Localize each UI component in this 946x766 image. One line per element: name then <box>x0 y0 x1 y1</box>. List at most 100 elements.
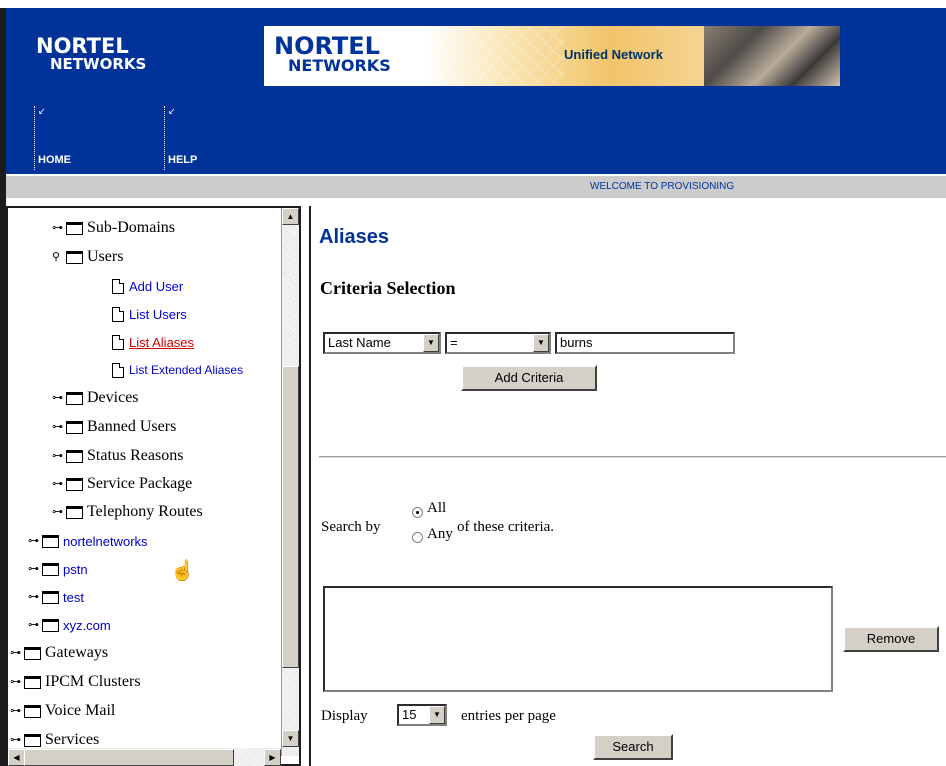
tree-vertical-scroll-thumb[interactable] <box>282 366 299 668</box>
chevron-down-icon[interactable]: ▼ <box>429 706 445 724</box>
expand-icon[interactable]: ⊶ <box>28 535 40 547</box>
radio-all[interactable] <box>412 507 423 518</box>
folder-icon <box>66 420 83 434</box>
collapse-icon[interactable]: ⚲ <box>52 251 64 263</box>
expand-icon[interactable]: ⊶ <box>10 705 22 717</box>
hand-cursor-icon: ☝ <box>170 560 195 582</box>
tree-node-test[interactable]: ⊶ test <box>28 585 84 609</box>
page-icon <box>112 334 124 350</box>
page-icon <box>112 362 124 378</box>
tree-link: List Aliases <box>129 334 195 350</box>
folder-icon <box>24 733 41 747</box>
folder-icon <box>24 646 41 660</box>
scroll-right-icon[interactable]: ▶ <box>264 749 281 766</box>
operator-select-value: = <box>450 335 458 350</box>
expand-icon[interactable]: ⊶ <box>28 619 40 631</box>
expand-icon[interactable]: ⊶ <box>52 392 64 404</box>
tree-link: nortelnetworks <box>63 533 148 549</box>
scroll-left-icon[interactable]: ◀ <box>8 749 25 766</box>
tree-label: Gateways <box>45 644 109 661</box>
folder-icon <box>42 618 59 632</box>
tree-label: Banned Users <box>87 418 177 435</box>
expand-icon[interactable]: ⊶ <box>28 591 40 603</box>
tree-node-ipcm-clusters[interactable]: ⊶ IPCM Clusters <box>10 670 141 694</box>
banner-photo <box>704 26 840 86</box>
folder-icon <box>66 221 83 235</box>
nav-help[interactable]: ↙ HELP <box>164 106 284 170</box>
tree-node-nortelnetworks[interactable]: ⊶ nortelnetworks <box>28 529 148 553</box>
expand-icon[interactable]: ⊶ <box>28 563 40 575</box>
chevron-down-icon[interactable]: ▼ <box>423 334 439 352</box>
page-title: Aliases <box>319 226 390 248</box>
scroll-down-icon[interactable]: ▼ <box>282 730 299 747</box>
expand-icon[interactable]: ⊶ <box>10 647 22 659</box>
tree-node-gateways[interactable]: ⊶ Gateways <box>10 641 108 665</box>
expand-icon[interactable]: ⊶ <box>52 222 64 234</box>
divider <box>319 456 946 458</box>
tree-node-telephony-routes[interactable]: ⊶ Telephony Routes <box>52 500 203 524</box>
navigation-tree: ⊶ Sub-Domains ⚲ Users Add User List User… <box>6 206 305 766</box>
tree-node-xyz-com[interactable]: ⊶ xyz.com <box>28 613 111 637</box>
criteria-value-text: burns <box>560 335 593 350</box>
folder-icon <box>42 562 59 576</box>
tree-node-service-package[interactable]: ⊶ Service Package <box>52 472 192 496</box>
nortel-logo[interactable]: NORTEL NETWORKS <box>36 36 146 72</box>
add-criteria-button[interactable]: Add Criteria <box>461 365 597 391</box>
folder-icon <box>24 675 41 689</box>
radio-all-label: All <box>427 500 447 516</box>
folder-icon <box>66 505 83 519</box>
tree-node-list-users[interactable]: List Users <box>112 302 187 326</box>
tree-node-list-extended-aliases[interactable]: List Extended Aliases <box>112 358 243 382</box>
tree-label: Users <box>87 248 124 265</box>
tree-link: test <box>63 589 84 605</box>
tree-node-pstn[interactable]: ⊶ pstn <box>28 557 88 581</box>
chevron-down-icon[interactable]: ▼ <box>533 334 549 352</box>
tree-link: xyz.com <box>63 617 111 633</box>
tree-node-banned-users[interactable]: ⊶ Banned Users <box>52 415 176 439</box>
banner-pattern <box>434 26 564 86</box>
remove-button[interactable]: Remove <box>843 626 939 652</box>
tree-label: Voice Mail <box>45 702 116 719</box>
tree-horizontal-scroll-thumb[interactable] <box>24 749 234 766</box>
tree-node-status-reasons[interactable]: ⊶ Status Reasons <box>52 444 183 468</box>
page-size-select[interactable]: 15 ▼ <box>397 704 447 726</box>
search-button[interactable]: Search <box>593 734 673 760</box>
tree-node-sub-domains[interactable]: ⊶ Sub-Domains <box>52 216 175 240</box>
arrow-icon: ↙ <box>168 106 176 116</box>
tree-node-devices[interactable]: ⊶ Devices <box>52 386 139 410</box>
expand-icon[interactable]: ⊶ <box>52 506 64 518</box>
tree-label: Services <box>45 731 100 748</box>
banner-logo-line1: NORTEL <box>274 32 380 60</box>
pane-splitter[interactable] <box>299 206 311 766</box>
criteria-value-input[interactable]: burns <box>555 332 735 354</box>
folder-icon <box>24 704 41 718</box>
tree-node-users[interactable]: ⚲ Users <box>52 245 123 269</box>
tree-label: Devices <box>87 389 139 406</box>
tree-link: List Users <box>129 306 187 322</box>
expand-icon[interactable]: ⊶ <box>10 676 22 688</box>
top-strip <box>0 0 946 8</box>
search-by-label: Search by <box>321 519 381 535</box>
nav-home-label: HOME <box>38 154 71 166</box>
field-select[interactable]: Last Name ▼ <box>323 332 441 354</box>
radio-any[interactable] <box>412 532 423 543</box>
tree-node-list-aliases[interactable]: List Aliases <box>112 330 194 354</box>
tree-label: Telephony Routes <box>87 503 203 520</box>
expand-icon[interactable]: ⊶ <box>52 450 64 462</box>
scroll-up-icon[interactable]: ▲ <box>282 208 299 225</box>
tree-node-voice-mail[interactable]: ⊶ Voice Mail <box>10 699 115 723</box>
operator-select[interactable]: = ▼ <box>445 332 551 354</box>
tree-label: Service Package <box>87 475 193 492</box>
expand-icon[interactable]: ⊶ <box>52 478 64 490</box>
tree-node-add-user[interactable]: Add User <box>112 274 183 298</box>
main-content: Aliases Criteria Selection Last Name ▼ =… <box>311 206 946 766</box>
tree-label: Status Reasons <box>87 447 184 464</box>
expand-icon[interactable]: ⊶ <box>10 734 22 746</box>
expand-icon[interactable]: ⊶ <box>52 421 64 433</box>
header: NORTEL NETWORKS NORTEL NETWORKS Unified … <box>6 8 946 174</box>
criteria-list[interactable] <box>323 586 833 692</box>
nav-home[interactable]: ↙ HOME <box>34 106 154 170</box>
banner-logo: NORTEL NETWORKS <box>274 34 391 74</box>
arrow-icon: ↙ <box>38 106 46 116</box>
radio-any-label: Any <box>427 526 453 542</box>
